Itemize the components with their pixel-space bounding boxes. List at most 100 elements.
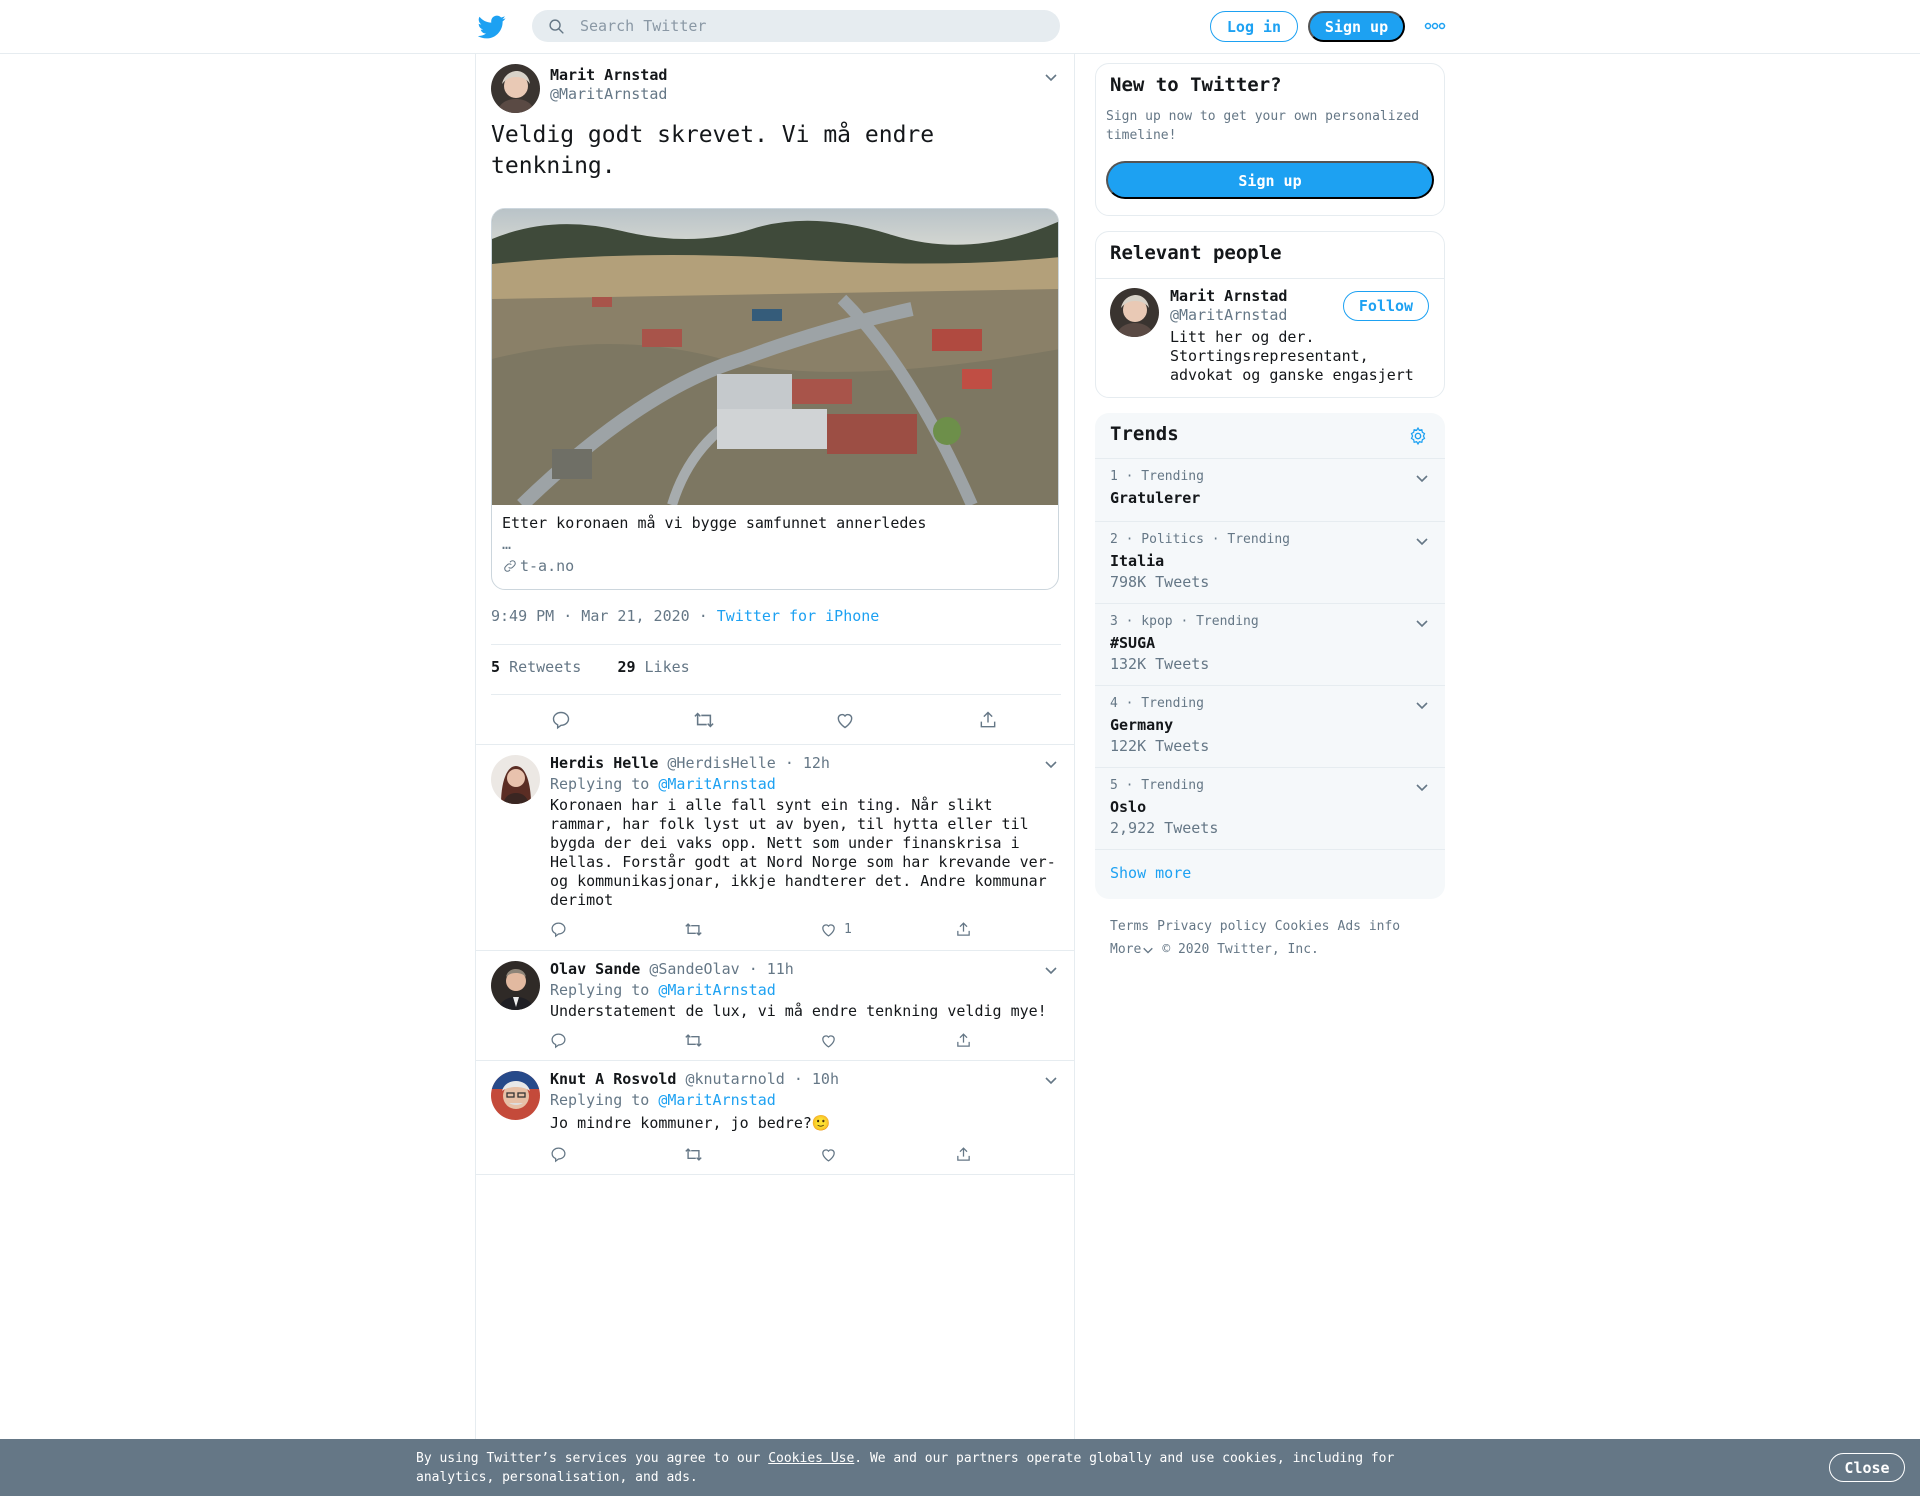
share-icon[interactable]: [955, 921, 972, 938]
follow-button[interactable]: Follow: [1343, 291, 1429, 321]
footer-ads-link[interactable]: Ads info: [1338, 919, 1401, 934]
chevron-down-icon[interactable]: [1415, 471, 1429, 485]
like-icon[interactable]: 1: [820, 921, 852, 938]
avatar[interactable]: [491, 64, 540, 113]
trend-meta: 2 · Politics · Trending: [1110, 532, 1291, 547]
like-icon[interactable]: [835, 710, 855, 730]
main-timeline-column: Marit Arnstad @MaritArnstad Veldig godt …: [475, 54, 1075, 1496]
person-name[interactable]: Marit Arnstad: [1170, 287, 1287, 305]
replying-to: Replying to @MaritArnstad: [550, 775, 776, 793]
trend-item[interactable]: 2 · Politics · Trending Italia 798K Twee…: [1095, 521, 1445, 603]
avatar[interactable]: [491, 961, 540, 1010]
share-icon[interactable]: [955, 1032, 972, 1049]
chevron-down-icon[interactable]: [1044, 1073, 1058, 1087]
reply-author-handle[interactable]: @HerdisHelle: [667, 754, 775, 772]
trend-item[interactable]: 5 · Trending Oslo 2,922 Tweets: [1095, 767, 1445, 849]
cookies-use-link[interactable]: Cookies Use: [768, 1451, 854, 1466]
search-box[interactable]: [532, 10, 1060, 42]
card-title[interactable]: Etter koronaen må vi bygge samfunnet ann…: [502, 514, 926, 532]
replying-to-link[interactable]: @MaritArnstad: [658, 1091, 775, 1109]
replying-to-link[interactable]: @MaritArnstad: [658, 981, 775, 999]
card-domain[interactable]: t-a.no: [502, 557, 574, 575]
author-handle[interactable]: @MaritArnstad: [550, 85, 667, 103]
reply-author-name[interactable]: Herdis Helle: [550, 754, 658, 772]
trend-item[interactable]: 1 · Trending Gratulerer: [1095, 458, 1445, 521]
chevron-down-icon[interactable]: [1415, 534, 1429, 548]
retweet-label: Retweets: [509, 658, 582, 676]
avatar[interactable]: [491, 1071, 540, 1120]
reply-time[interactable]: · 12h: [785, 754, 830, 772]
reply-header: Knut A Rosvold @knutarnold · 10h: [550, 1070, 839, 1088]
tweet-source-link[interactable]: Twitter for iPhone: [717, 607, 880, 625]
avatar[interactable]: [491, 755, 540, 804]
replying-label: Replying to: [550, 775, 650, 793]
search-input[interactable]: [580, 10, 1050, 42]
replying-to: Replying to @MaritArnstad: [550, 1091, 776, 1109]
reply-author-name[interactable]: Olav Sande: [550, 960, 640, 978]
trend-item[interactable]: 3 · kpop · Trending #SUGA 132K Tweets: [1095, 603, 1445, 685]
retweet-icon[interactable]: [684, 1146, 703, 1163]
meta-separator: ·: [689, 607, 717, 625]
tweet-timestamp[interactable]: 9:49 PM · Mar 21, 2020: [491, 607, 690, 625]
sidebar-signup-button[interactable]: Sign up: [1106, 161, 1434, 199]
reply-tweet[interactable]: Herdis Helle @HerdisHelle · 12h Replying…: [476, 745, 1074, 951]
share-icon[interactable]: [978, 710, 998, 730]
chevron-down-icon[interactable]: [1415, 698, 1429, 712]
footer-more-link[interactable]: More: [1110, 938, 1141, 961]
retweet-icon[interactable]: [693, 710, 715, 730]
new-to-twitter-title: New to Twitter?: [1110, 74, 1282, 96]
retweet-icon[interactable]: [684, 1032, 703, 1049]
new-to-twitter-box: New to Twitter? Sign up now to get your …: [1095, 63, 1445, 216]
trend-name: Oslo: [1110, 798, 1147, 816]
reply-author-name[interactable]: Knut A Rosvold: [550, 1070, 676, 1088]
trend-count: 122K Tweets: [1110, 737, 1210, 755]
reply-author-handle[interactable]: @knutarnold: [685, 1070, 784, 1088]
reply-time[interactable]: · 11h: [749, 960, 794, 978]
cookie-consent-bar: By using Twitter’s services you agree to…: [0, 1439, 1920, 1496]
chevron-down-icon[interactable]: [1044, 757, 1058, 771]
trends-title: Trends: [1110, 423, 1179, 445]
person-handle[interactable]: @MaritArnstad: [1170, 306, 1287, 324]
show-more-row: Show more: [1095, 849, 1445, 899]
trend-name: #SUGA: [1110, 634, 1156, 652]
chevron-down-icon[interactable]: [1415, 780, 1429, 794]
reply-author-handle[interactable]: @SandeOlav: [649, 960, 739, 978]
cookie-close-button[interactable]: Close: [1829, 1453, 1905, 1482]
reply-icon[interactable]: [550, 1032, 567, 1049]
trend-meta: 3 · kpop · Trending: [1110, 614, 1259, 629]
link-card[interactable]: Etter koronaen må vi bygge samfunnet ann…: [491, 208, 1059, 590]
footer-cookies-link[interactable]: Cookies: [1275, 919, 1330, 934]
reply-tweet[interactable]: Olav Sande @SandeOlav · 11h Replying to …: [476, 951, 1074, 1061]
trend-meta: 1 · Trending: [1110, 469, 1204, 484]
like-icon[interactable]: [820, 1032, 837, 1049]
trend-item[interactable]: 4 · Trending Germany 122K Tweets: [1095, 685, 1445, 767]
twitter-bird-icon[interactable]: [478, 13, 506, 41]
retweet-icon[interactable]: [684, 921, 703, 938]
footer-privacy-link[interactable]: Privacy policy: [1157, 919, 1267, 934]
author-name[interactable]: Marit Arnstad: [550, 66, 667, 84]
chevron-down-icon[interactable]: [1044, 70, 1058, 84]
login-button[interactable]: Log in: [1210, 11, 1298, 42]
footer-terms-link[interactable]: Terms: [1110, 919, 1149, 934]
share-icon[interactable]: [955, 1146, 972, 1163]
reply-tweet[interactable]: Knut A Rosvold @knutarnold · 10h Replyin…: [476, 1061, 1074, 1175]
avatar[interactable]: [1110, 288, 1159, 337]
trend-name: Italia: [1110, 552, 1165, 570]
chevron-down-icon[interactable]: [1044, 963, 1058, 977]
like-icon[interactable]: [820, 1146, 837, 1163]
reply-icon[interactable]: [551, 710, 571, 730]
more-dots-icon[interactable]: [1424, 20, 1446, 32]
replying-to-link[interactable]: @MaritArnstad: [658, 775, 775, 793]
signup-button[interactable]: Sign up: [1308, 11, 1405, 42]
reply-time[interactable]: · 10h: [794, 1070, 839, 1088]
reply-icon[interactable]: [550, 921, 567, 938]
divider: [1096, 278, 1444, 279]
reply-icon[interactable]: [550, 1146, 567, 1163]
likes-stat[interactable]: 29 Likes: [617, 658, 689, 676]
show-more-link[interactable]: Show more: [1110, 864, 1191, 882]
chevron-down-icon[interactable]: [1142, 944, 1154, 956]
retweets-stat[interactable]: 5 Retweets: [491, 658, 581, 676]
settings-gear-icon[interactable]: [1408, 426, 1428, 446]
chevron-down-icon[interactable]: [1415, 616, 1429, 630]
person-bio: Litt her og der. Stortingsrepresentant, …: [1170, 328, 1414, 384]
